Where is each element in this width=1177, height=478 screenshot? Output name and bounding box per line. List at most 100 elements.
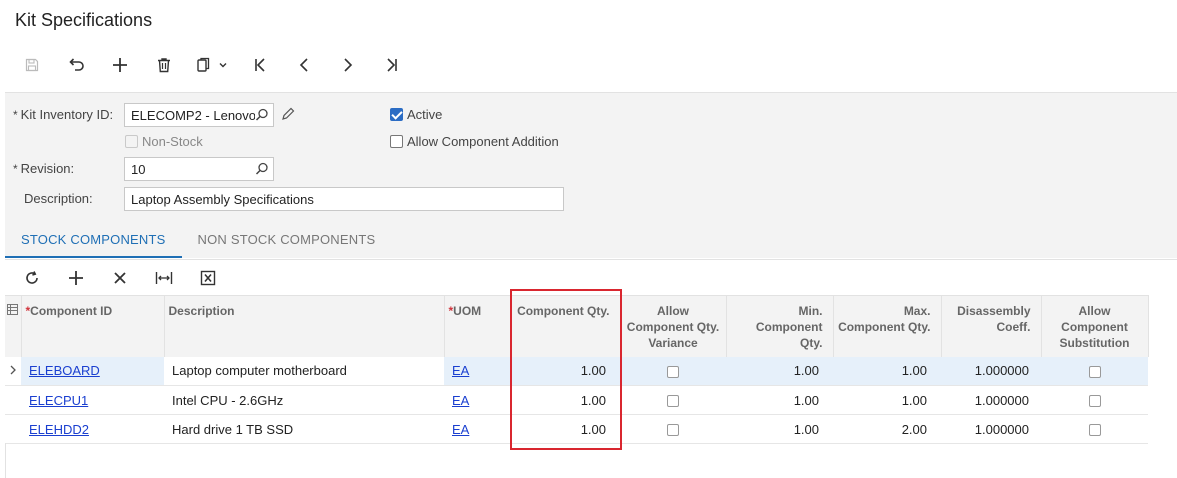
- first-record-button[interactable]: [238, 52, 282, 78]
- allow-variance-cell[interactable]: [620, 356, 726, 386]
- revision-label: * Revision:: [13, 161, 75, 176]
- component-qty-cell[interactable]: 1.00: [510, 414, 620, 444]
- allow-substitution-cell[interactable]: [1041, 356, 1148, 386]
- allow-substitution-cell[interactable]: [1041, 414, 1148, 444]
- search-icon[interactable]: [255, 162, 269, 179]
- kit-inventory-id-value: ELECOMP2 - Lenovo: [131, 108, 257, 123]
- fit-columns-button[interactable]: [142, 264, 186, 292]
- non-stock-box: [125, 135, 138, 148]
- description-field[interactable]: Laptop Assembly Specifications: [124, 187, 564, 211]
- save-button[interactable]: [10, 52, 54, 78]
- allow-component-addition-checkbox[interactable]: Allow Component Addition: [390, 134, 559, 149]
- component-qty-cell[interactable]: 1.00: [510, 356, 620, 386]
- undo-button[interactable]: [54, 52, 98, 78]
- add-row-button[interactable]: [54, 264, 98, 292]
- previous-record-button[interactable]: [282, 52, 326, 78]
- allow-substitution-checkbox[interactable]: [1088, 424, 1101, 437]
- min-qty-cell[interactable]: 1.00: [726, 385, 833, 415]
- refresh-icon: [26, 270, 38, 284]
- export-excel-button[interactable]: [186, 264, 230, 292]
- component-id-link[interactable]: ELEBOARD: [29, 363, 100, 378]
- grid-settings-icon[interactable]: [5, 295, 22, 357]
- delete-button[interactable]: [142, 52, 186, 78]
- max-qty-cell[interactable]: 2.00: [833, 414, 941, 444]
- col-component-id[interactable]: *Component ID: [21, 295, 165, 357]
- col-max-component-qty[interactable]: Max. Component Qty.: [833, 295, 942, 357]
- allow-variance-checkbox[interactable]: [667, 424, 679, 437]
- uom-link[interactable]: EA: [452, 393, 469, 408]
- tab-stock-components[interactable]: STOCK COMPONENTS: [5, 222, 182, 258]
- col-component-qty[interactable]: Component Qty.: [510, 295, 621, 357]
- delete-row-button[interactable]: [98, 264, 142, 292]
- description-cell[interactable]: Laptop computer motherboard: [164, 356, 444, 386]
- stock-components-grid: *Component ID Description *UOM Component…: [5, 295, 1149, 444]
- allow-substitution-checkbox[interactable]: [1088, 395, 1101, 408]
- uom-link[interactable]: EA: [452, 363, 469, 378]
- delete-row-icon: [114, 271, 126, 284]
- component-qty-cell[interactable]: 1.00: [510, 385, 620, 415]
- copy-paste-icon: [197, 57, 210, 72]
- uom-link[interactable]: EA: [452, 422, 469, 437]
- col-description[interactable]: Description: [164, 295, 445, 357]
- col-uom[interactable]: *UOM: [444, 295, 511, 357]
- component-id-cell[interactable]: ELEBOARD: [21, 356, 164, 386]
- max-qty-cell[interactable]: 1.00: [833, 356, 941, 386]
- table-row[interactable]: ELEBOARD Laptop computer motherboard EA …: [5, 356, 1148, 386]
- active-checkbox[interactable]: Active: [390, 107, 442, 122]
- allow-variance-cell[interactable]: [620, 414, 726, 444]
- description-cell[interactable]: Intel CPU - 2.6GHz: [164, 385, 444, 415]
- component-id-link[interactable]: ELECPU1: [29, 393, 88, 408]
- uom-cell[interactable]: EA: [444, 385, 510, 415]
- allow-variance-cell[interactable]: [620, 385, 726, 415]
- edit-pencil-icon[interactable]: [281, 107, 295, 124]
- uom-cell[interactable]: EA: [444, 356, 510, 386]
- next-icon: [344, 58, 353, 72]
- description-cell[interactable]: Hard drive 1 TB SSD: [164, 414, 444, 444]
- allow-substitution-checkbox[interactable]: [1088, 365, 1101, 378]
- disassembly-coeff-cell[interactable]: 1.000000: [941, 356, 1041, 386]
- last-record-button[interactable]: [370, 52, 414, 78]
- min-qty-cell[interactable]: 1.00: [726, 414, 833, 444]
- table-row[interactable]: ELECPU1 Intel CPU - 2.6GHz EA 1.00 1.00 …: [5, 385, 1148, 415]
- table-row[interactable]: ELEHDD2 Hard drive 1 TB SSD EA 1.00 1.00…: [5, 414, 1148, 444]
- copy-paste-button[interactable]: [186, 52, 238, 78]
- allow-substitution-cell[interactable]: [1041, 385, 1148, 415]
- description-label: Description:: [24, 191, 93, 206]
- col-disassembly-coeff[interactable]: Disassembly Coeff.: [941, 295, 1042, 357]
- component-id-cell[interactable]: ELECPU1: [21, 385, 164, 415]
- row-indicator: [5, 385, 21, 415]
- add-button[interactable]: [98, 52, 142, 78]
- kit-inventory-id-field[interactable]: ELECOMP2 - Lenovo: [124, 103, 274, 127]
- col-allow-substitution[interactable]: Allow Component Substitution: [1041, 295, 1149, 357]
- next-record-button[interactable]: [326, 52, 370, 78]
- col-min-component-qty[interactable]: Min. Component Qty.: [726, 295, 834, 357]
- max-qty-cell[interactable]: 1.00: [833, 385, 941, 415]
- disassembly-coeff-cell[interactable]: 1.000000: [941, 414, 1041, 444]
- tab-non-stock-components[interactable]: NON STOCK COMPONENTS: [182, 222, 392, 258]
- fit-columns-icon: [155, 271, 173, 284]
- row-indicator: [5, 414, 21, 444]
- uom-cell[interactable]: EA: [444, 414, 510, 444]
- allow-variance-checkbox[interactable]: [667, 395, 679, 408]
- tab-strip: STOCK COMPONENTS NON STOCK COMPONENTS: [5, 222, 391, 258]
- revision-field[interactable]: 10: [124, 157, 274, 181]
- grid-left-border: [5, 443, 6, 478]
- allow-variance-checkbox[interactable]: [667, 365, 679, 378]
- search-icon[interactable]: [255, 108, 269, 125]
- component-id-link[interactable]: ELEHDD2: [29, 422, 89, 437]
- undo-icon: [69, 58, 84, 71]
- first-icon: [255, 58, 265, 72]
- active-box: [390, 108, 403, 121]
- component-id-cell[interactable]: ELEHDD2: [21, 414, 164, 444]
- allow-component-addition-box: [390, 135, 403, 148]
- add-row-icon: [69, 270, 83, 285]
- disassembly-coeff-cell[interactable]: 1.000000: [941, 385, 1041, 415]
- grid-header-row: *Component ID Description *UOM Component…: [5, 295, 1149, 357]
- row-indicator-chevron-icon: [5, 356, 21, 386]
- non-stock-checkbox[interactable]: Non-Stock: [125, 134, 203, 149]
- min-qty-cell[interactable]: 1.00: [726, 356, 833, 386]
- col-allow-qty-variance[interactable]: Allow Component Qty. Variance: [620, 295, 727, 357]
- refresh-button[interactable]: [10, 264, 54, 292]
- export-excel-icon: [200, 270, 216, 285]
- previous-icon: [299, 58, 308, 72]
